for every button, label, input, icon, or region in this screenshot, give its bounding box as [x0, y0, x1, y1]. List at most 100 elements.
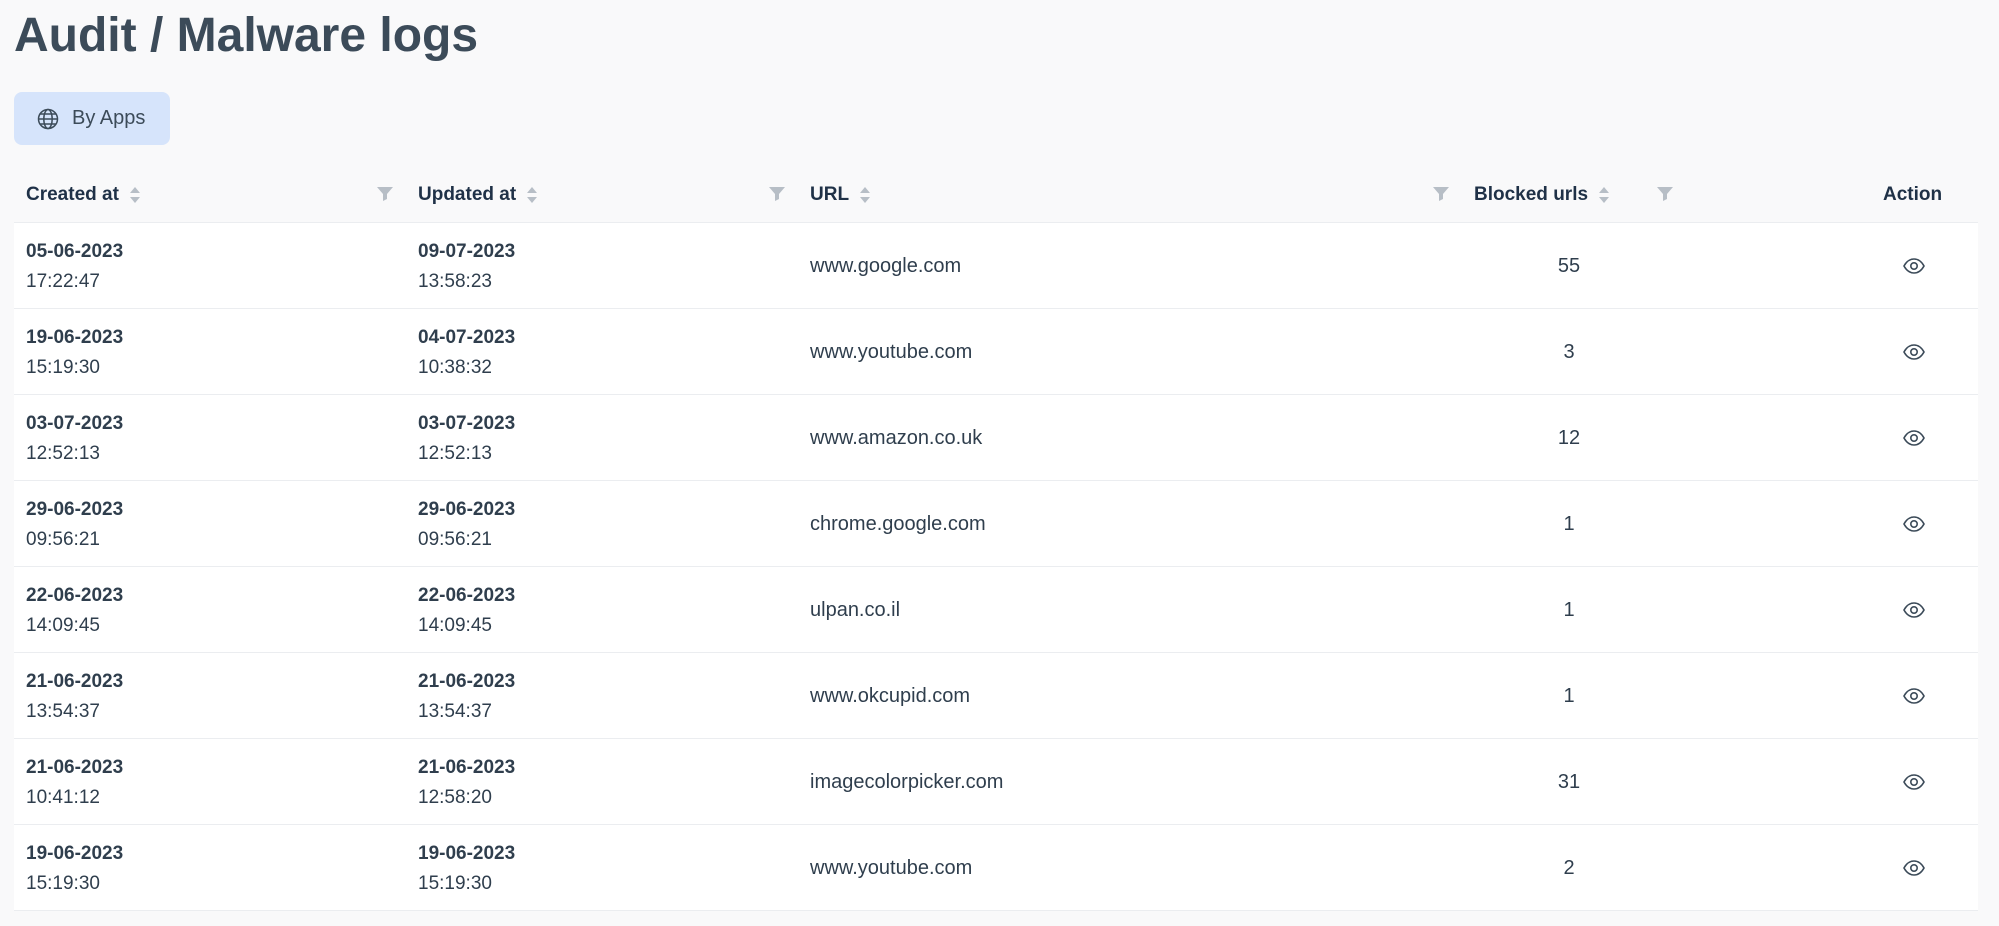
- view-button[interactable]: [1894, 567, 1934, 653]
- url-cell: www.youtube.com: [810, 340, 973, 363]
- filter-icon[interactable]: [768, 184, 786, 202]
- updated-at-cell: 22-06-2023 14:09:45: [418, 581, 515, 641]
- created-at-cell: 05-06-2023 17:22:47: [26, 237, 123, 297]
- updated-time: 13:54:37: [418, 701, 492, 722]
- created-at-cell: 22-06-2023 14:09:45: [26, 581, 123, 641]
- created-time: 15:19:30: [26, 357, 100, 378]
- eye-icon: [1903, 860, 1925, 876]
- created-date: 19-06-2023: [26, 327, 124, 348]
- created-at-cell: 21-06-2023 10:41:12: [26, 753, 123, 813]
- table-body: 05-06-2023 17:22:47 09-07-2023 13:58:23 …: [14, 223, 1978, 911]
- sort-icon[interactable]: [526, 185, 538, 205]
- updated-time: 09:56:21: [418, 529, 492, 550]
- url-cell: www.amazon.co.uk: [810, 426, 983, 449]
- table-row: 19-06-2023 15:19:30 04-07-2023 10:38:32 …: [14, 309, 1978, 395]
- url-cell: chrome.google.com: [810, 512, 986, 535]
- blocked-count: 55: [1557, 254, 1581, 277]
- url-cell: imagecolorpicker.com: [810, 770, 1004, 793]
- created-date: 05-06-2023: [26, 241, 124, 262]
- view-button[interactable]: [1894, 223, 1934, 309]
- blocked-count: 1: [1563, 512, 1575, 535]
- updated-at-cell: 29-06-2023 09:56:21: [418, 495, 515, 555]
- eye-icon: [1903, 430, 1925, 446]
- updated-at-cell: 09-07-2023 13:58:23: [418, 237, 515, 297]
- updated-at-cell: 21-06-2023 12:58:20: [418, 753, 515, 813]
- globe-icon: [37, 108, 59, 129]
- created-date: 21-06-2023: [26, 757, 124, 778]
- updated-at-cell: 03-07-2023 12:52:13: [418, 409, 515, 469]
- updated-date: 29-06-2023: [418, 499, 516, 520]
- view-button[interactable]: [1894, 825, 1934, 911]
- malware-logs-page: Audit / Malware logs By Apps Created at …: [0, 0, 1999, 926]
- created-at-cell: 19-06-2023 15:19:30: [26, 323, 123, 383]
- url-cell: www.okcupid.com: [810, 684, 971, 707]
- filter-icon[interactable]: [1656, 184, 1674, 202]
- table-header: Created at Updated at URL Blocked urls A…: [14, 166, 1978, 223]
- updated-time: 12:58:20: [418, 787, 492, 808]
- view-button[interactable]: [1894, 309, 1934, 395]
- eye-icon: [1903, 344, 1925, 360]
- created-date: 03-07-2023: [26, 413, 124, 434]
- updated-time: 10:38:32: [418, 357, 492, 378]
- table-row: 22-06-2023 14:09:45 22-06-2023 14:09:45 …: [14, 567, 1978, 653]
- created-at-cell: 19-06-2023 15:19:30: [26, 839, 123, 899]
- created-time: 13:54:37: [26, 701, 100, 722]
- blocked-count: 1: [1563, 684, 1575, 707]
- by-apps-label: By Apps: [72, 107, 146, 129]
- table-row: 29-06-2023 09:56:21 29-06-2023 09:56:21 …: [14, 481, 1978, 567]
- updated-date: 04-07-2023: [418, 327, 516, 348]
- created-time: 10:41:12: [26, 787, 100, 808]
- created-date: 29-06-2023: [26, 499, 124, 520]
- view-button[interactable]: [1894, 653, 1934, 739]
- eye-icon: [1903, 688, 1925, 704]
- column-updated-at[interactable]: Updated at: [418, 166, 538, 223]
- column-url[interactable]: URL: [810, 166, 871, 223]
- created-at-cell: 29-06-2023 09:56:21: [26, 495, 123, 555]
- created-date: 19-06-2023: [26, 843, 124, 864]
- url-cell: www.google.com: [810, 254, 962, 277]
- eye-icon: [1903, 258, 1925, 274]
- updated-time: 13:58:23: [418, 271, 492, 292]
- column-created-at[interactable]: Created at: [26, 166, 141, 223]
- blocked-count: 12: [1557, 426, 1581, 449]
- created-time: 15:19:30: [26, 873, 100, 894]
- updated-at-cell: 19-06-2023 15:19:30: [418, 839, 515, 899]
- view-button[interactable]: [1894, 739, 1934, 825]
- eye-icon: [1903, 602, 1925, 618]
- blocked-count: 3: [1563, 340, 1575, 363]
- blocked-count: 1: [1563, 598, 1575, 621]
- created-time: 14:09:45: [26, 615, 100, 636]
- logs-table: Created at Updated at URL Blocked urls A…: [14, 166, 1978, 911]
- column-created-at-label: Created at: [26, 183, 119, 205]
- eye-icon: [1903, 516, 1925, 532]
- sort-icon[interactable]: [129, 185, 141, 205]
- updated-date: 03-07-2023: [418, 413, 516, 434]
- table-row: 21-06-2023 10:41:12 21-06-2023 12:58:20 …: [14, 739, 1978, 825]
- filter-icon[interactable]: [376, 184, 394, 202]
- view-button[interactable]: [1894, 395, 1934, 481]
- sort-icon[interactable]: [859, 185, 871, 205]
- page-title: Audit / Malware logs: [14, 9, 479, 62]
- column-blocked-urls[interactable]: Blocked urls: [1474, 166, 1610, 223]
- table-row: 19-06-2023 15:19:30 19-06-2023 15:19:30 …: [14, 825, 1978, 911]
- sort-icon[interactable]: [1598, 185, 1610, 205]
- created-date: 22-06-2023: [26, 585, 124, 606]
- updated-time: 12:52:13: [418, 443, 492, 464]
- column-action: Action: [1883, 166, 1942, 223]
- eye-icon: [1903, 774, 1925, 790]
- column-action-label: Action: [1883, 183, 1943, 205]
- updated-date: 21-06-2023: [418, 671, 516, 692]
- filter-icon[interactable]: [1432, 184, 1450, 202]
- created-time: 12:52:13: [26, 443, 100, 464]
- updated-date: 21-06-2023: [418, 757, 516, 778]
- by-apps-button[interactable]: By Apps: [14, 92, 170, 145]
- updated-date: 19-06-2023: [418, 843, 516, 864]
- updated-time: 14:09:45: [418, 615, 492, 636]
- created-date: 21-06-2023: [26, 671, 124, 692]
- created-time: 17:22:47: [26, 271, 100, 292]
- created-at-cell: 21-06-2023 13:54:37: [26, 667, 123, 727]
- view-button[interactable]: [1894, 481, 1934, 567]
- table-row: 05-06-2023 17:22:47 09-07-2023 13:58:23 …: [14, 223, 1978, 309]
- column-url-label: URL: [810, 183, 850, 205]
- created-time: 09:56:21: [26, 529, 100, 550]
